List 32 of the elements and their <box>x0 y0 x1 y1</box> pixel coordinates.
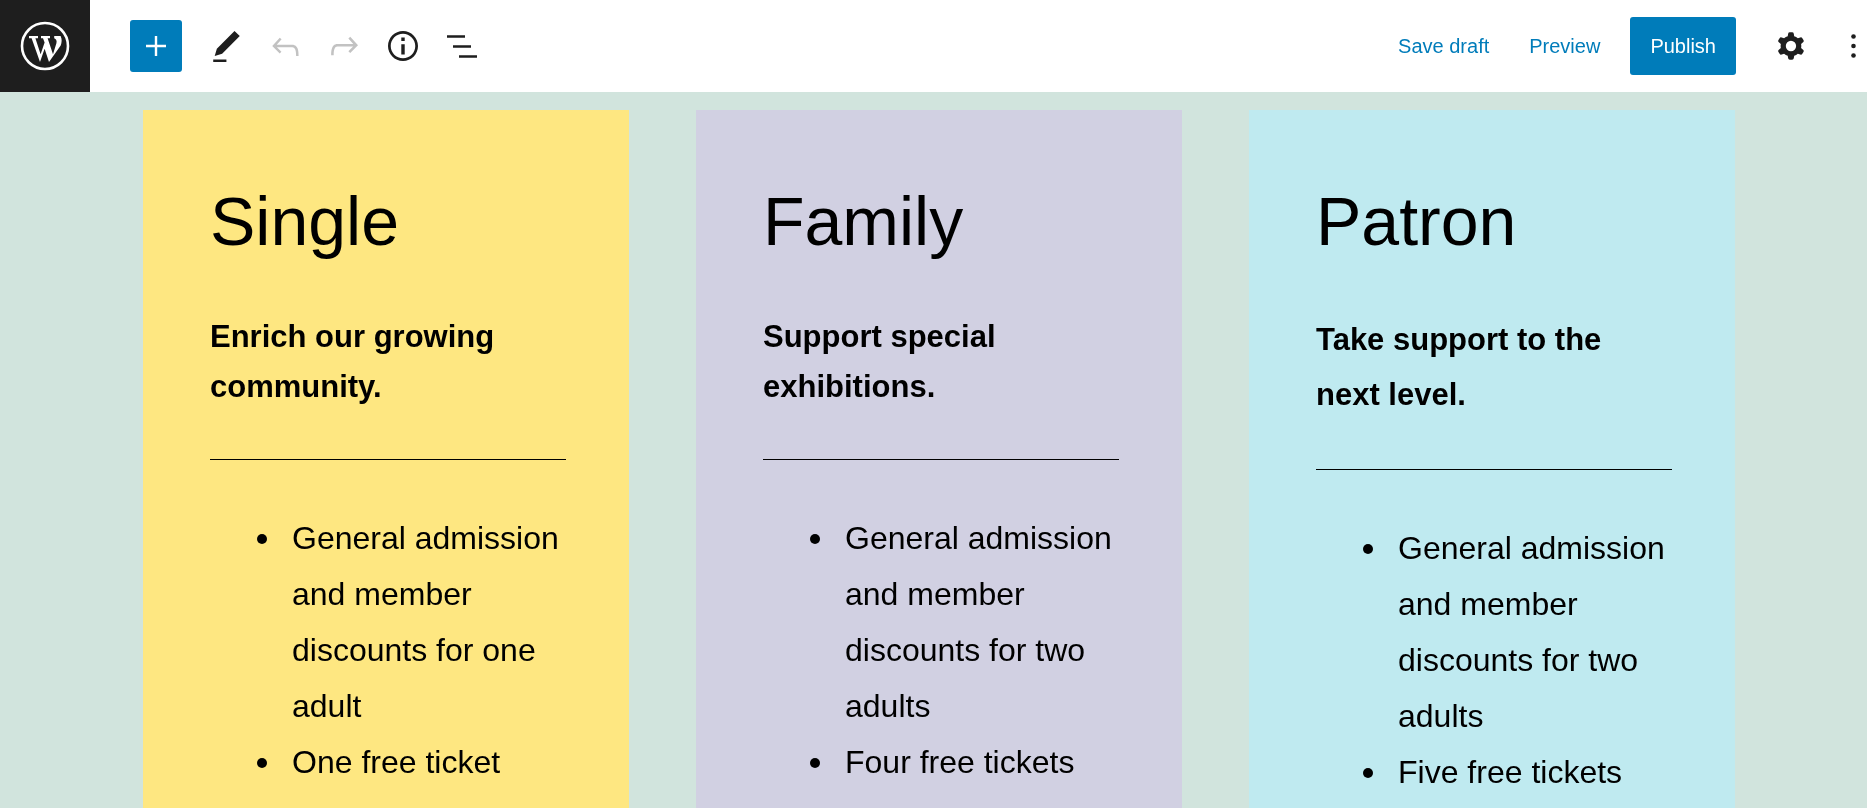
benefit-text: Four free tickets <box>845 743 1076 782</box>
more-vertical-icon <box>1850 34 1856 58</box>
bullet-icon <box>1363 768 1373 778</box>
info-icon <box>388 31 418 61</box>
plus-icon <box>145 35 167 57</box>
redo-icon <box>330 36 358 56</box>
preview-button[interactable]: Preview <box>1515 22 1615 70</box>
logo-icon <box>20 21 70 71</box>
bullet-icon <box>810 534 820 544</box>
card-title: Patron <box>1316 182 1517 261</box>
bullet-icon <box>257 534 267 544</box>
add-block-button[interactable] <box>130 20 182 72</box>
card-title: Single <box>210 182 400 261</box>
card-tagline: Take support to the next level. <box>1316 321 1603 414</box>
benefit-text: General admission and member discounts for one adult <box>292 519 560 726</box>
benefit-text: Five free tickets <box>1398 753 1624 792</box>
card-tagline: Enrich our growing community. <box>210 318 496 406</box>
card-title: Family <box>763 182 964 261</box>
publish-button[interactable]: Publish <box>1630 17 1736 75</box>
benefit-text: General admission and member discounts for two adults <box>845 519 1113 726</box>
bullet-icon <box>810 758 820 768</box>
undo-icon <box>271 36 299 56</box>
settings-icon <box>1778 32 1804 60</box>
benefit-text: One free ticket <box>292 743 502 782</box>
bullet-icon <box>1363 544 1373 554</box>
card-tagline: Support special exhibitions. <box>763 318 997 406</box>
home-button[interactable] <box>0 0 90 92</box>
save-draft-button[interactable]: Save draft <box>1384 22 1504 70</box>
pencil-icon <box>212 30 240 62</box>
list-view-icon <box>447 34 477 58</box>
benefit-text: General admission and member discounts for two adults <box>1398 529 1666 736</box>
bullet-icon <box>257 758 267 768</box>
